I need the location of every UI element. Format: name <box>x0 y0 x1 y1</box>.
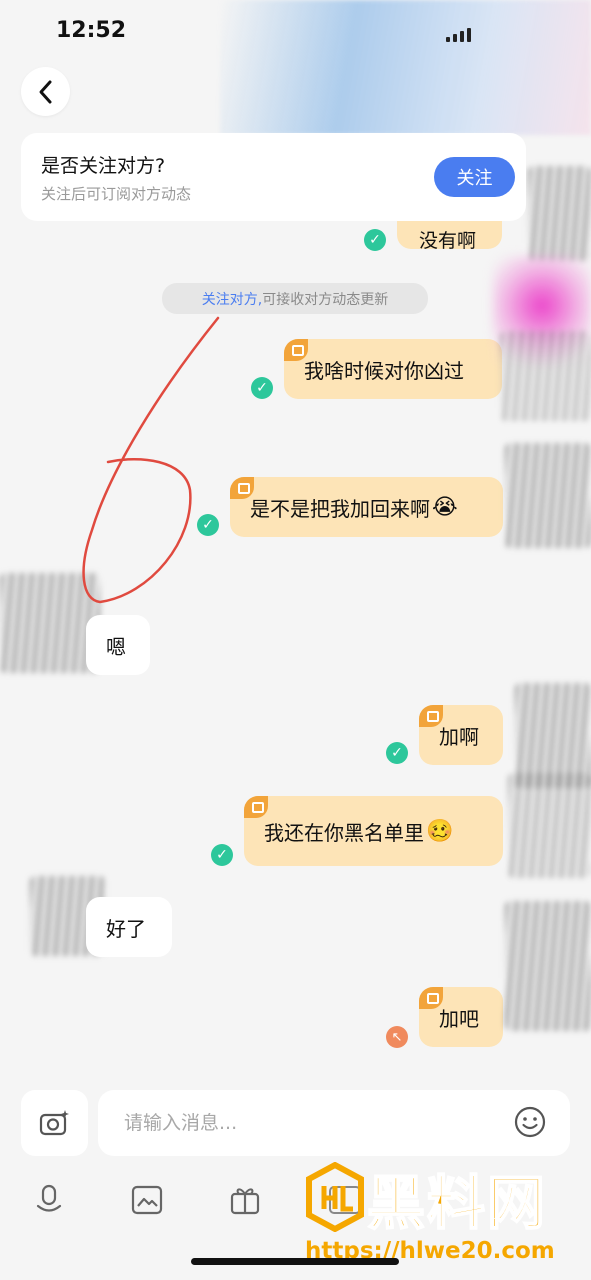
image-icon[interactable] <box>128 1181 166 1219</box>
follow-link[interactable]: 关注对方, <box>202 289 262 309</box>
follow-prompt-card: 是否关注对方? 关注后可订阅对方动态 关注 <box>21 133 526 221</box>
own-avatar <box>500 331 591 421</box>
own-avatar <box>528 166 591 261</box>
avatar[interactable] <box>0 573 100 673</box>
message-bubble[interactable]: 是不是把我加回来啊 😭 <box>230 477 503 537</box>
signal-icon <box>446 28 471 42</box>
read-check-icon: ✓ <box>197 514 219 536</box>
redaction-blur <box>220 0 591 135</box>
message-text: 没有啊 <box>419 230 477 249</box>
system-note-text: 可接收对方动态更新 <box>262 291 389 308</box>
message-text: 是不是把我加回来啊 <box>250 496 430 521</box>
badge-icon <box>244 796 268 818</box>
own-avatar <box>505 901 591 1031</box>
system-note: 关注对方, 可接收对方动态更新 <box>162 283 428 314</box>
watermark-title: 黑料网 <box>366 1168 548 1238</box>
message-bubble[interactable]: 我还在你黑名单里 🥴 <box>244 796 503 866</box>
follow-prompt-title: 是否关注对方? <box>41 155 166 177</box>
message-bubble[interactable]: 加吧 <box>419 987 503 1047</box>
message-bubble[interactable]: 嗯 <box>86 615 150 675</box>
follow-button[interactable]: 关注 <box>434 157 515 197</box>
chat-area: 没有啊 ✓ 关注对方, 可接收对方动态更新 ✓ 我啥时候对你凶过 ✓ 是不是把我… <box>0 166 591 1081</box>
crying-emoji-icon: 😭 <box>432 494 458 520</box>
watermark-logo-icon <box>306 1162 364 1232</box>
message-text: 我啥时候对你凶过 <box>304 358 464 383</box>
status-bar: 12:52 <box>0 0 591 135</box>
watermark: 黑料网 <box>305 1150 583 1245</box>
message-text: 加啊 <box>439 724 479 749</box>
read-check-icon: ✓ <box>386 742 408 764</box>
follow-prompt-subtitle: 关注后可订阅对方动态 <box>41 185 192 203</box>
sending-status-icon: ↖ <box>386 1026 408 1048</box>
message-bubble[interactable]: 加啊 <box>419 705 503 765</box>
emoji-icon[interactable] <box>513 1105 547 1139</box>
back-button[interactable] <box>21 67 70 116</box>
camera-button[interactable] <box>21 1090 88 1156</box>
read-check-icon: ✓ <box>251 377 273 399</box>
microphone-icon[interactable] <box>30 1181 68 1219</box>
message-text: 好了 <box>106 916 146 941</box>
chevron-left-icon <box>39 80 51 103</box>
message-text: 嗯 <box>106 634 126 659</box>
message-bubble[interactable]: 我啥时候对你凶过 <box>284 339 502 399</box>
read-check-icon: ✓ <box>211 844 233 866</box>
status-time: 12:52 <box>56 18 127 43</box>
gift-icon[interactable] <box>226 1181 264 1219</box>
message-text: 加吧 <box>439 1006 479 1031</box>
message-bubble[interactable]: 好了 <box>86 897 172 957</box>
message-input[interactable] <box>98 1090 570 1156</box>
camera-icon <box>39 1110 69 1136</box>
woozy-emoji-icon: 🥴 <box>426 818 454 844</box>
message-text: 我还在你黑名单里 <box>264 820 424 845</box>
own-avatar <box>508 773 591 878</box>
own-avatar <box>505 443 591 548</box>
read-check-icon: ✓ <box>364 229 386 251</box>
home-indicator[interactable] <box>191 1258 399 1265</box>
